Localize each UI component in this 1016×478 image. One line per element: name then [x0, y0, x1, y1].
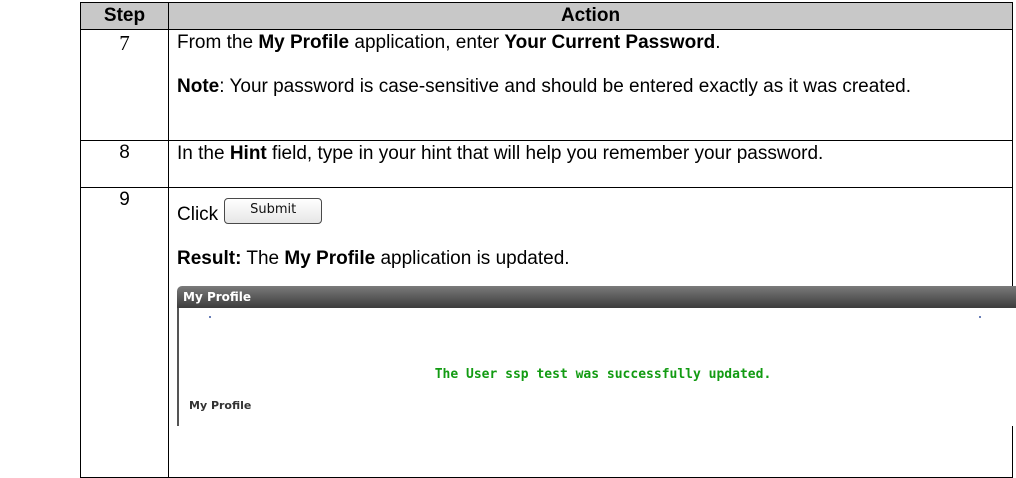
panel-header: My Profile — [177, 286, 1016, 308]
note-label: Note — [177, 76, 220, 97]
section-heading: My Profile — [189, 399, 252, 412]
decorative-dot-icon — [209, 316, 211, 318]
action-cell: From the My Profile application, enter Y… — [168, 29, 1013, 141]
step-number-cell: 9 — [80, 187, 169, 478]
note-text: Note: Your password is case-sensitive an… — [177, 76, 912, 97]
app-name: My Profile — [258, 32, 350, 53]
instruction-text: In the Hint field, type in your hint tha… — [177, 143, 824, 164]
action-cell: In the Hint field, type in your hint tha… — [168, 140, 1013, 188]
table-row: 9 Click Submit Result: The My Profile ap… — [80, 187, 1016, 478]
click-instruction: Click Submit — [177, 198, 1004, 226]
action-cell: Click Submit Result: The My Profile appl… — [168, 187, 1016, 478]
step-number: 9 — [119, 189, 130, 210]
steps-table: Step Action 7 From the My Profile applic… — [80, 2, 1016, 478]
step-number: 7 — [119, 31, 130, 55]
table-row: 8 In the Hint field, type in your hint t… — [80, 140, 1013, 188]
panel-body: The User ssp test was successfully updat… — [177, 308, 1016, 426]
instruction-text: From the My Profile application, enter Y… — [177, 32, 721, 53]
click-label: Click — [177, 204, 219, 225]
my-profile-screenshot: My Profile The User ssp test was success… — [177, 286, 1016, 426]
field-name: Hint — [229, 143, 267, 164]
field-name: Your Current Password — [504, 32, 716, 53]
table-row: 7 From the My Profile application, enter… — [80, 29, 1013, 141]
submit-button[interactable]: Submit — [224, 198, 323, 224]
step-number: 8 — [119, 142, 130, 163]
step-number-cell: 8 — [80, 140, 169, 188]
result-text: Result: The My Profile application is up… — [177, 248, 570, 269]
step-column-header: Step — [80, 2, 169, 30]
decorative-dot-icon — [979, 316, 981, 318]
result-label: Result: — [177, 248, 242, 269]
app-name: My Profile — [284, 248, 376, 269]
success-message: The User ssp test was successfully updat… — [434, 367, 772, 382]
action-column-header: Action — [168, 2, 1013, 30]
step-number-cell: 7 — [80, 29, 169, 141]
